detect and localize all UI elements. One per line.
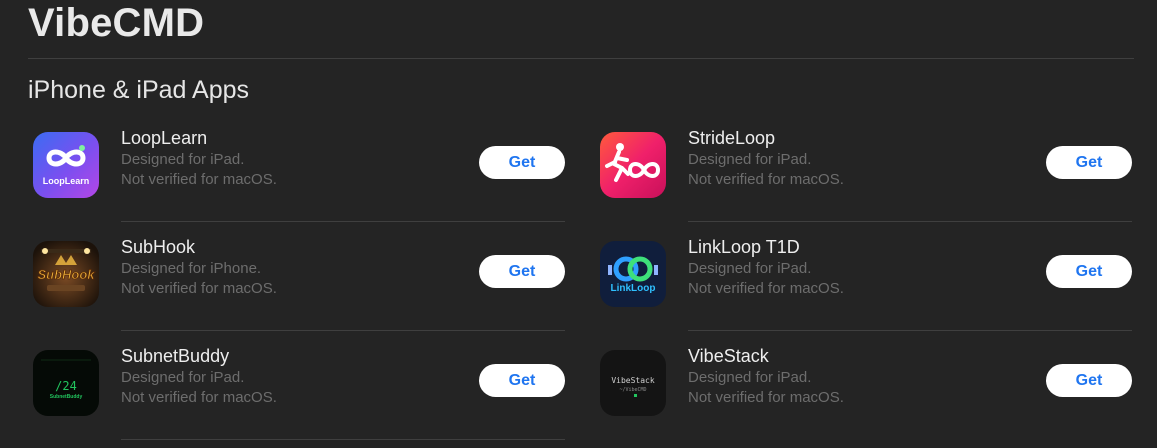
- linkloop-icon[interactable]: LinkLoop: [600, 241, 666, 307]
- vibestack-icon[interactable]: VibeStack ~/VibeCMD: [600, 350, 666, 416]
- strideloop-icon[interactable]: [600, 132, 666, 198]
- app-item-looplearn[interactable]: LoopLearn LoopLearn Designed for iPad. N…: [28, 127, 565, 236]
- app-name[interactable]: SubnetBuddy: [121, 345, 229, 367]
- subnetbuddy-icon-subtext: SubnetBuddy: [50, 394, 83, 400]
- app-name[interactable]: SubHook: [121, 236, 195, 258]
- get-button-strideloop[interactable]: Get: [1046, 146, 1132, 179]
- subhook-icon-text: SubHook: [37, 267, 95, 282]
- app-designed-for: Designed for iPad.: [688, 369, 812, 386]
- app-verification-status: Not verified for macOS.: [688, 389, 844, 406]
- get-button-subnetbuddy[interactable]: Get: [479, 364, 565, 397]
- row-divider: [121, 330, 565, 331]
- app-verification-status: Not verified for macOS.: [121, 280, 277, 297]
- get-button-vibestack[interactable]: Get: [1046, 364, 1132, 397]
- looplearn-icon[interactable]: LoopLearn: [33, 132, 99, 198]
- app-name[interactable]: StrideLoop: [688, 127, 775, 149]
- subnetbuddy-icon[interactable]: /24 SubnetBuddy: [33, 350, 99, 416]
- app-verification-status: Not verified for macOS.: [121, 171, 277, 188]
- app-store-developer-page: VibeCMD iPhone & iPad Apps LoopLearn Loo…: [0, 0, 1157, 448]
- row-divider: [121, 221, 565, 222]
- app-verification-status: Not verified for macOS.: [688, 171, 844, 188]
- row-divider: [688, 221, 1132, 222]
- app-item-linkloop-t1d[interactable]: LinkLoop LinkLoop T1D Designed for iPad.…: [595, 236, 1132, 345]
- app-name[interactable]: LoopLearn: [121, 127, 207, 149]
- app-name[interactable]: VibeStack: [688, 345, 769, 367]
- get-button-subhook[interactable]: Get: [479, 255, 565, 288]
- subnetbuddy-icon-text: /24: [55, 379, 77, 393]
- row-divider: [121, 439, 565, 440]
- get-button-linkloop-t1d[interactable]: Get: [1046, 255, 1132, 288]
- linkloop-icon-text: LinkLoop: [611, 283, 656, 294]
- app-designed-for: Designed for iPhone.: [121, 260, 262, 277]
- app-item-subnetbuddy[interactable]: /24 SubnetBuddy SubnetBuddy Designed for…: [28, 345, 565, 448]
- app-designed-for: Designed for iPad.: [688, 260, 812, 277]
- app-verification-status: Not verified for macOS.: [121, 389, 277, 406]
- app-item-subhook[interactable]: SubHook SubHook Designed for iPhone. Not…: [28, 236, 565, 345]
- app-name[interactable]: LinkLoop T1D: [688, 236, 800, 258]
- app-designed-for: Designed for iPad.: [121, 151, 245, 168]
- looplearn-icon-text: LoopLearn: [43, 176, 90, 186]
- subhook-icon[interactable]: SubHook: [33, 241, 99, 307]
- row-divider: [688, 330, 1132, 331]
- vibestack-icon-subtext: ~/VibeCMD: [619, 387, 646, 393]
- app-item-vibestack[interactable]: VibeStack ~/VibeCMD VibeStack Designed f…: [595, 345, 1132, 448]
- apps-grid: LoopLearn LoopLearn Designed for iPad. N…: [0, 0, 1157, 448]
- app-item-strideloop[interactable]: StrideLoop Designed for iPad. Not verifi…: [595, 127, 1132, 236]
- vibestack-icon-text: VibeStack: [611, 376, 655, 385]
- app-verification-status: Not verified for macOS.: [688, 280, 844, 297]
- get-button-looplearn[interactable]: Get: [479, 146, 565, 179]
- app-designed-for: Designed for iPad.: [688, 151, 812, 168]
- app-designed-for: Designed for iPad.: [121, 369, 245, 386]
